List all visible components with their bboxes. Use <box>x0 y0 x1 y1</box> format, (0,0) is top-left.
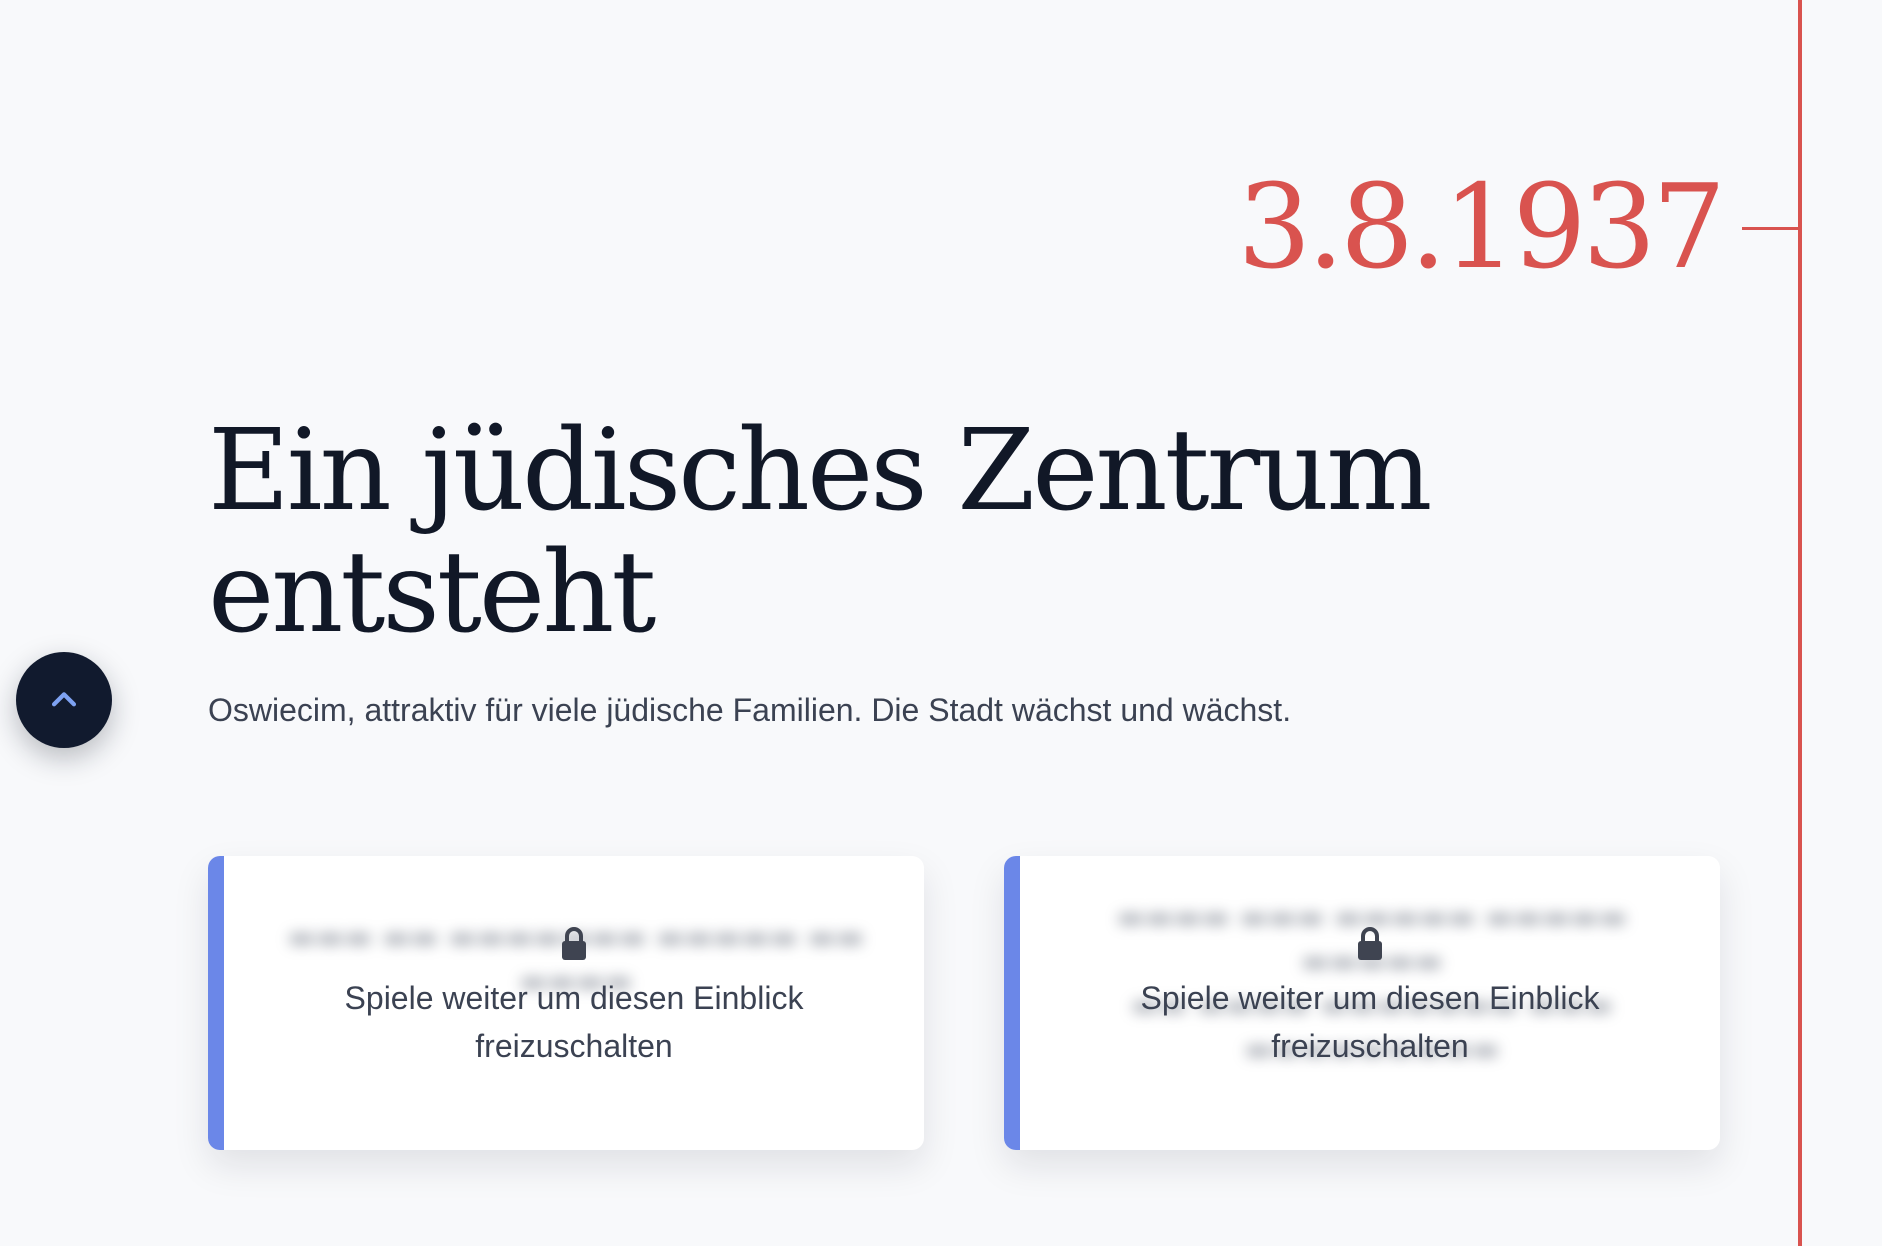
unlock-message: Spiele weiter um diesen Einblick freizus… <box>1020 974 1720 1070</box>
timeline-date: 3.8.1937 <box>1237 160 1726 295</box>
unlock-message-line-1: Spiele weiter um diesen Einblick <box>344 980 804 1016</box>
timeline-tick <box>1742 227 1800 230</box>
timeline-line <box>1798 0 1802 1246</box>
locked-insight-card-2[interactable]: ▬▬▬▬ ▬▬▬ ▬▬▬▬▬ ▬▬▬▬▬ ▬▬▬▬▬ ▬▬ ▬▬▬▬ ▬▬▬▬▬▬… <box>1004 856 1720 1150</box>
page-subtitle: Oswiecim, attraktiv für viele jüdische F… <box>208 692 1292 728</box>
unlock-message-line-1: Spiele weiter um diesen Einblick <box>1140 980 1600 1016</box>
page-title-line-2: entsteht <box>208 528 656 658</box>
back-to-top-button[interactable] <box>16 652 112 748</box>
chevron-up-icon <box>51 692 77 707</box>
lock-icon <box>1358 927 1382 960</box>
card-accent-bar <box>208 856 224 1150</box>
unlock-message-line-2: freizuschalten <box>475 1028 673 1064</box>
lock-icon <box>562 927 586 960</box>
page-title: Ein jüdisches Zentrum entsteht <box>208 410 1508 654</box>
unlock-message: Spiele weiter um diesen Einblick freizus… <box>224 974 924 1070</box>
page-title-line-1: Ein jüdisches Zentrum <box>208 406 1432 536</box>
locked-insight-card-1[interactable]: ▬▬▬ ▬▬ ▬▬▬▬▬▬▬ ▬▬▬▬▬ ▬▬ ▬▬▬▬ Spiele weite… <box>208 856 924 1150</box>
card-accent-bar <box>1004 856 1020 1150</box>
unlock-message-line-2: freizuschalten <box>1271 1028 1469 1064</box>
